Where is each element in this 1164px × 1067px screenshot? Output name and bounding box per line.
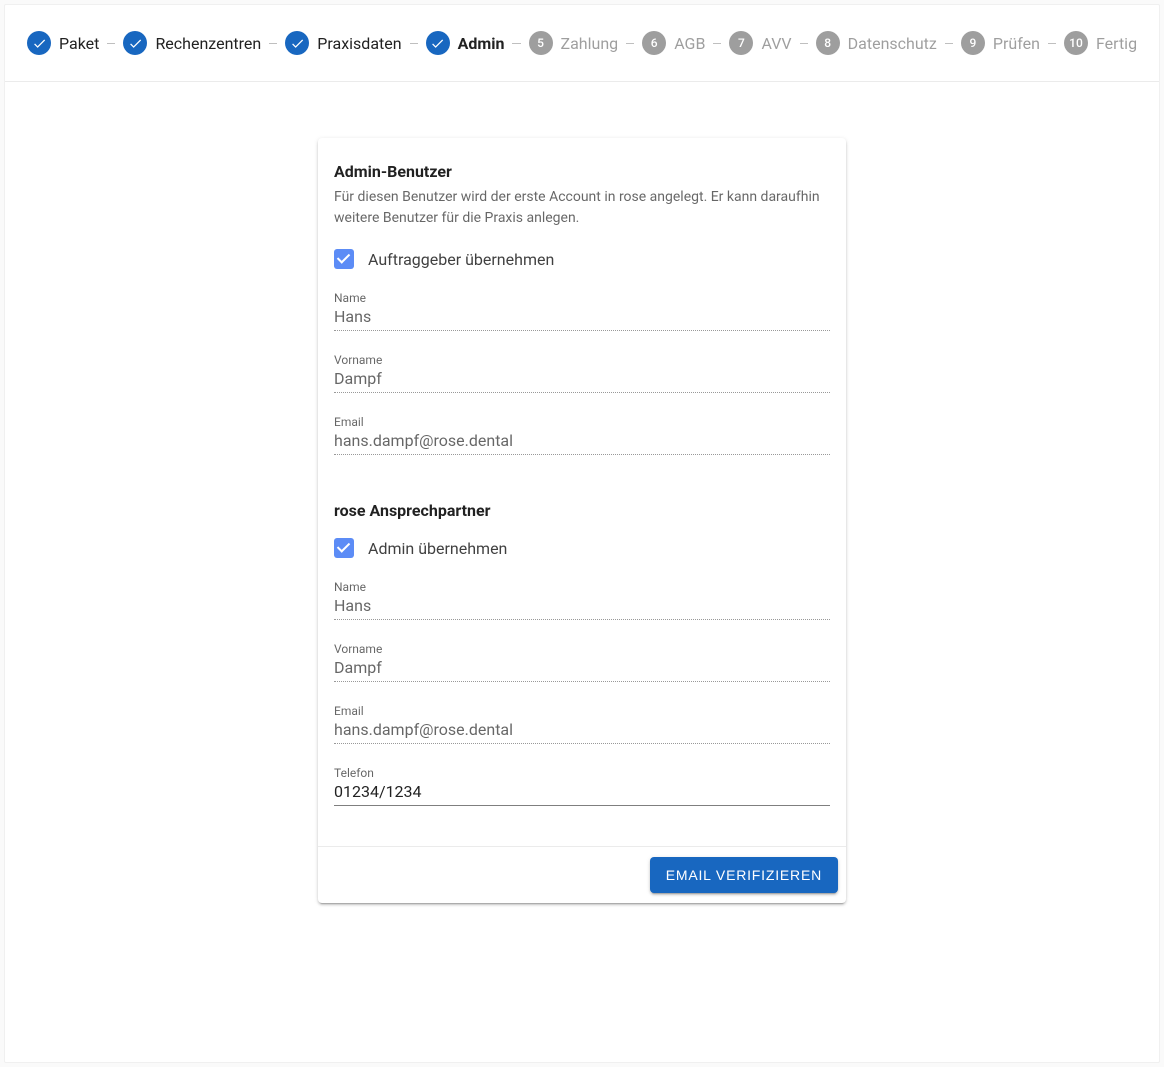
checkbox-label: Admin übernehmen [368,539,507,558]
step-label: Praxisdaten [317,34,401,53]
step-divider [410,43,418,44]
field-underline [334,619,830,620]
step-pruefen[interactable]: 9 Prüfen [961,31,1040,55]
step-praxisdaten[interactable]: Praxisdaten [285,31,401,55]
step-label: Fertig [1096,34,1137,53]
step-datenschutz[interactable]: 8 Datenschutz [816,31,937,55]
step-number-icon: 6 [642,31,666,55]
step-number-icon: 9 [961,31,985,55]
step-divider [800,43,808,44]
admin-card: Admin-Benutzer Für diesen Benutzer wird … [318,138,846,903]
step-divider [1048,43,1056,44]
checkbox-icon [334,249,354,269]
step-label: Rechenzentren [155,34,261,53]
field-admin-vorname[interactable]: Vorname Dampf [334,353,830,393]
check-icon [285,31,309,55]
step-agb[interactable]: 6 AGB [642,31,705,55]
step-label: Paket [59,34,99,53]
field-value: hans.dampf@rose.dental [334,431,830,452]
step-zahlung[interactable]: 5 Zahlung [529,31,619,55]
field-underline [334,805,830,806]
field-label: Name [334,291,830,305]
field-admin-name[interactable]: Name Hans [334,291,830,331]
email-verify-button[interactable]: Email verifizieren [650,857,838,893]
step-label: Prüfen [993,34,1040,53]
step-admin[interactable]: Admin [426,31,505,55]
step-label: Datenschutz [848,34,937,53]
content-area: Admin-Benutzer Für diesen Benutzer wird … [5,82,1159,943]
field-value: hans.dampf@rose.dental [334,720,830,741]
step-divider [626,43,634,44]
field-contact-vorname[interactable]: Vorname Dampf [334,642,830,682]
field-label: Telefon [334,766,830,780]
field-underline [334,330,830,331]
step-divider [713,43,721,44]
field-contact-email[interactable]: Email hans.dampf@rose.dental [334,704,830,744]
step-number-icon: 10 [1064,31,1088,55]
step-rechenzentren[interactable]: Rechenzentren [123,31,261,55]
step-label: AGB [674,34,705,53]
field-value: Hans [334,596,830,617]
step-divider [107,43,115,44]
field-underline [334,454,830,455]
step-number-icon: 5 [529,31,553,55]
section-ansprechpartner-title: rose Ansprechpartner [334,501,830,520]
field-contact-name[interactable]: Name Hans [334,580,830,620]
section-admin-desc: Für diesen Benutzer wird der erste Accou… [334,187,830,229]
step-divider [512,43,520,44]
field-label: Name [334,580,830,594]
field-underline [334,392,830,393]
field-admin-email[interactable]: Email hans.dampf@rose.dental [334,415,830,455]
field-value: Hans [334,307,830,328]
card-actions: Email verifizieren [318,846,846,903]
step-divider [269,43,277,44]
step-label: Admin [458,34,505,53]
field-value: Dampf [334,369,830,390]
step-avv[interactable]: 7 AVV [729,31,791,55]
field-underline [334,743,830,744]
section-admin-title: Admin-Benutzer [334,162,830,181]
checkbox-label: Auftraggeber übernehmen [368,250,554,269]
field-underline [334,681,830,682]
step-divider [945,43,953,44]
checkbox-icon [334,538,354,558]
field-value: Dampf [334,658,830,679]
check-icon [27,31,51,55]
checkbox-auftraggeber-uebernehmen[interactable]: Auftraggeber übernehmen [334,249,830,269]
check-icon [123,31,147,55]
step-number-icon: 7 [729,31,753,55]
app-container: Paket Rechenzentren Praxisdaten Admin [4,4,1160,1063]
field-value: 01234/1234 [334,782,830,803]
step-label: Zahlung [561,34,619,53]
check-icon [426,31,450,55]
field-label: Email [334,704,830,718]
checkbox-admin-uebernehmen[interactable]: Admin übernehmen [334,538,830,558]
step-paket[interactable]: Paket [27,31,99,55]
step-label: AVV [761,34,791,53]
field-label: Email [334,415,830,429]
field-label: Vorname [334,353,830,367]
step-number-icon: 8 [816,31,840,55]
field-label: Vorname [334,642,830,656]
stepper: Paket Rechenzentren Praxisdaten Admin [5,5,1159,82]
step-fertig[interactable]: 10 Fertig [1064,31,1137,55]
field-contact-telefon[interactable]: Telefon 01234/1234 [334,766,830,806]
